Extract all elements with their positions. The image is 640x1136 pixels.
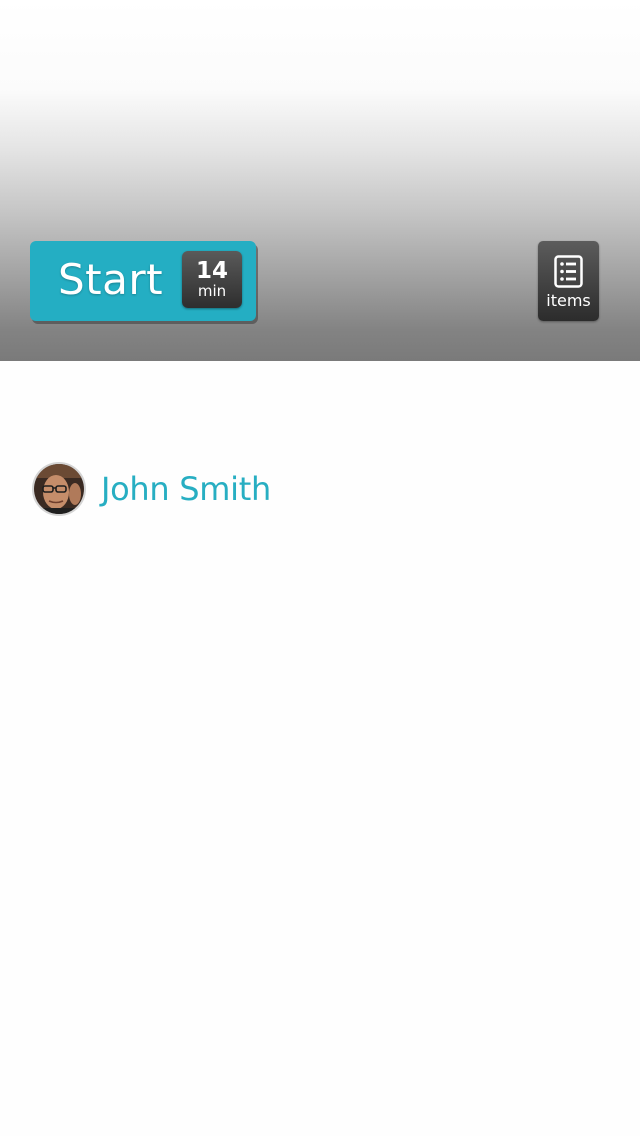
items-button[interactable]: items [538,241,599,321]
avatar[interactable] [32,462,86,516]
duration-unit: min [197,282,227,300]
duration-value: 14 [195,258,228,284]
start-label: Start [58,255,164,304]
items-label: items [546,291,591,310]
author-name[interactable]: John Smith [101,469,271,509]
author-link[interactable]: John Smith [32,461,271,517]
start-button[interactable]: Start 14 min [30,241,256,321]
hero-banner: Start 14 min items [0,0,640,361]
duration-badge: 14 min [182,251,242,308]
list-icon [554,255,583,288]
